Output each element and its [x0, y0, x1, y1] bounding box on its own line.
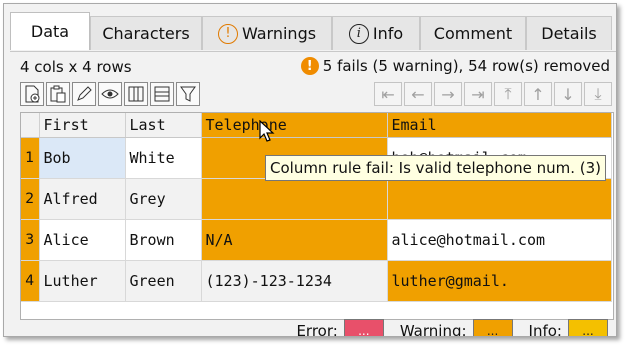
add-file-icon	[25, 85, 40, 103]
table-cell[interactable]: alice@hotmail.com	[387, 219, 612, 261]
next-column-button[interactable]: →	[434, 82, 462, 106]
table-cell[interactable]: Green	[125, 260, 202, 302]
add-file-button[interactable]	[20, 82, 44, 106]
view-eye-icon	[101, 89, 119, 99]
error-legend-label: Error:	[296, 322, 338, 337]
warning-badge-icon: !	[300, 57, 319, 75]
table-cell[interactable]: (123)-123-1234	[201, 260, 388, 302]
first-column-icon: ⇤	[381, 84, 395, 104]
first-row-icon: ⤒	[504, 84, 512, 103]
edit-button[interactable]	[72, 82, 96, 106]
table-cell[interactable]: Luther	[39, 260, 126, 302]
row-header[interactable]: 2	[21, 178, 40, 220]
validation-legend: Error: ... Warning: ... Info: ...	[296, 319, 608, 337]
validation-summary-text: 5 fails (5 warning), 54 row(s) removed	[322, 57, 610, 75]
tab-warnings[interactable]: ! Warnings	[202, 16, 332, 50]
tab-characters[interactable]: Characters	[90, 16, 202, 50]
paste-button[interactable]	[46, 82, 70, 106]
table-cell[interactable]: N/A	[201, 219, 388, 261]
toolbar	[20, 82, 200, 108]
row-header[interactable]: 3	[21, 219, 40, 261]
first-column-button[interactable]: ⇤	[374, 82, 402, 106]
table-cell[interactable]: Brown	[125, 219, 202, 261]
column-header-first[interactable]: First	[39, 113, 126, 138]
tab-comment-label: Comment	[433, 24, 513, 43]
grid-corner[interactable]	[21, 113, 40, 138]
mouse-pointer-icon	[259, 120, 275, 142]
previous-row-button[interactable]: ↑	[524, 82, 552, 106]
last-column-button[interactable]: ⇥	[464, 82, 492, 106]
table-cell[interactable]: Bob	[39, 137, 126, 179]
previous-column-icon: ←	[411, 84, 425, 104]
tab-warnings-label: Warnings	[241, 24, 317, 43]
validation-tooltip: Column rule fail: Is valid telephone num…	[265, 155, 607, 181]
column-header-email[interactable]: Email	[387, 113, 612, 138]
table-cell[interactable]: White	[125, 137, 202, 179]
tab-info[interactable]: i Info	[332, 16, 420, 50]
column-header-telephone[interactable]: Telephone	[201, 113, 388, 138]
error-color-button[interactable]: ...	[343, 319, 384, 336]
navigation-toolbar: ⇤ ← → ⇥ ⤒ ↑ ↓ ⤓	[374, 82, 612, 106]
row-header[interactable]: 4	[21, 260, 40, 302]
last-row-icon: ⤓	[594, 84, 602, 103]
table-row: 3 Alice Brown N/A alice@hotmail.com	[21, 219, 612, 261]
warning-legend-label: Warning:	[399, 322, 467, 337]
table-row: 2 Alfred Grey	[21, 178, 612, 220]
data-grid[interactable]: First Last Telephone Email 1 Bob White b…	[20, 112, 614, 320]
validation-summary: ! 5 fails (5 warning), 54 row(s) removed	[300, 57, 610, 75]
warning-circle-icon: !	[217, 23, 238, 44]
info-color-button[interactable]: ...	[568, 319, 608, 336]
info-circle-icon: i	[348, 23, 369, 44]
tab-data[interactable]: Data	[10, 12, 90, 50]
data-table: First Last Telephone Email 1 Bob White b…	[21, 113, 612, 302]
table-cell[interactable]: luther@gmail.	[387, 260, 612, 302]
tab-data-label: Data	[30, 22, 70, 41]
rows-button[interactable]	[150, 82, 174, 106]
columns-button[interactable]	[124, 82, 148, 106]
tab-bar: Data Characters ! Warnings i Info Commen…	[10, 12, 616, 52]
info-legend-label: Info:	[528, 322, 562, 337]
table-row: 4 Luther Green (123)-123-1234 luther@gma…	[21, 260, 612, 302]
columns-icon	[128, 86, 144, 102]
edit-pencil-icon	[77, 86, 92, 101]
filter-button[interactable]	[176, 82, 200, 106]
tab-details-label: Details	[541, 24, 597, 43]
table-cell[interactable]	[387, 178, 612, 220]
filter-icon	[180, 86, 196, 102]
last-column-icon: ⇥	[471, 84, 485, 104]
previous-column-button[interactable]: ←	[404, 82, 432, 106]
warning-color-button[interactable]: ...	[472, 319, 513, 336]
previous-row-icon: ↑	[531, 84, 545, 104]
first-row-button[interactable]: ⤒	[494, 82, 522, 106]
data-panel: 4 cols x 4 rows ! 5 fails (5 warning), 5…	[10, 51, 616, 337]
tab-characters-label: Characters	[102, 24, 190, 43]
row-header[interactable]: 1	[21, 137, 40, 179]
view-button[interactable]	[98, 82, 122, 106]
tab-details[interactable]: Details	[526, 16, 612, 50]
table-cell[interactable]: Alfred	[39, 178, 126, 220]
tab-comment[interactable]: Comment	[420, 16, 526, 50]
table-shape-label: 4 cols x 4 rows	[20, 58, 132, 76]
rows-icon	[154, 86, 170, 102]
table-cell[interactable]: Alice	[39, 219, 126, 261]
next-row-button[interactable]: ↓	[554, 82, 582, 106]
next-row-icon: ↓	[561, 84, 575, 104]
table-cell[interactable]: Grey	[125, 178, 202, 220]
tab-info-label: Info	[372, 24, 404, 43]
paste-icon	[50, 85, 66, 103]
table-cell[interactable]	[201, 178, 388, 220]
next-column-icon: →	[441, 84, 455, 104]
last-row-button[interactable]: ⤓	[584, 82, 612, 106]
column-header-last[interactable]: Last	[125, 113, 202, 138]
